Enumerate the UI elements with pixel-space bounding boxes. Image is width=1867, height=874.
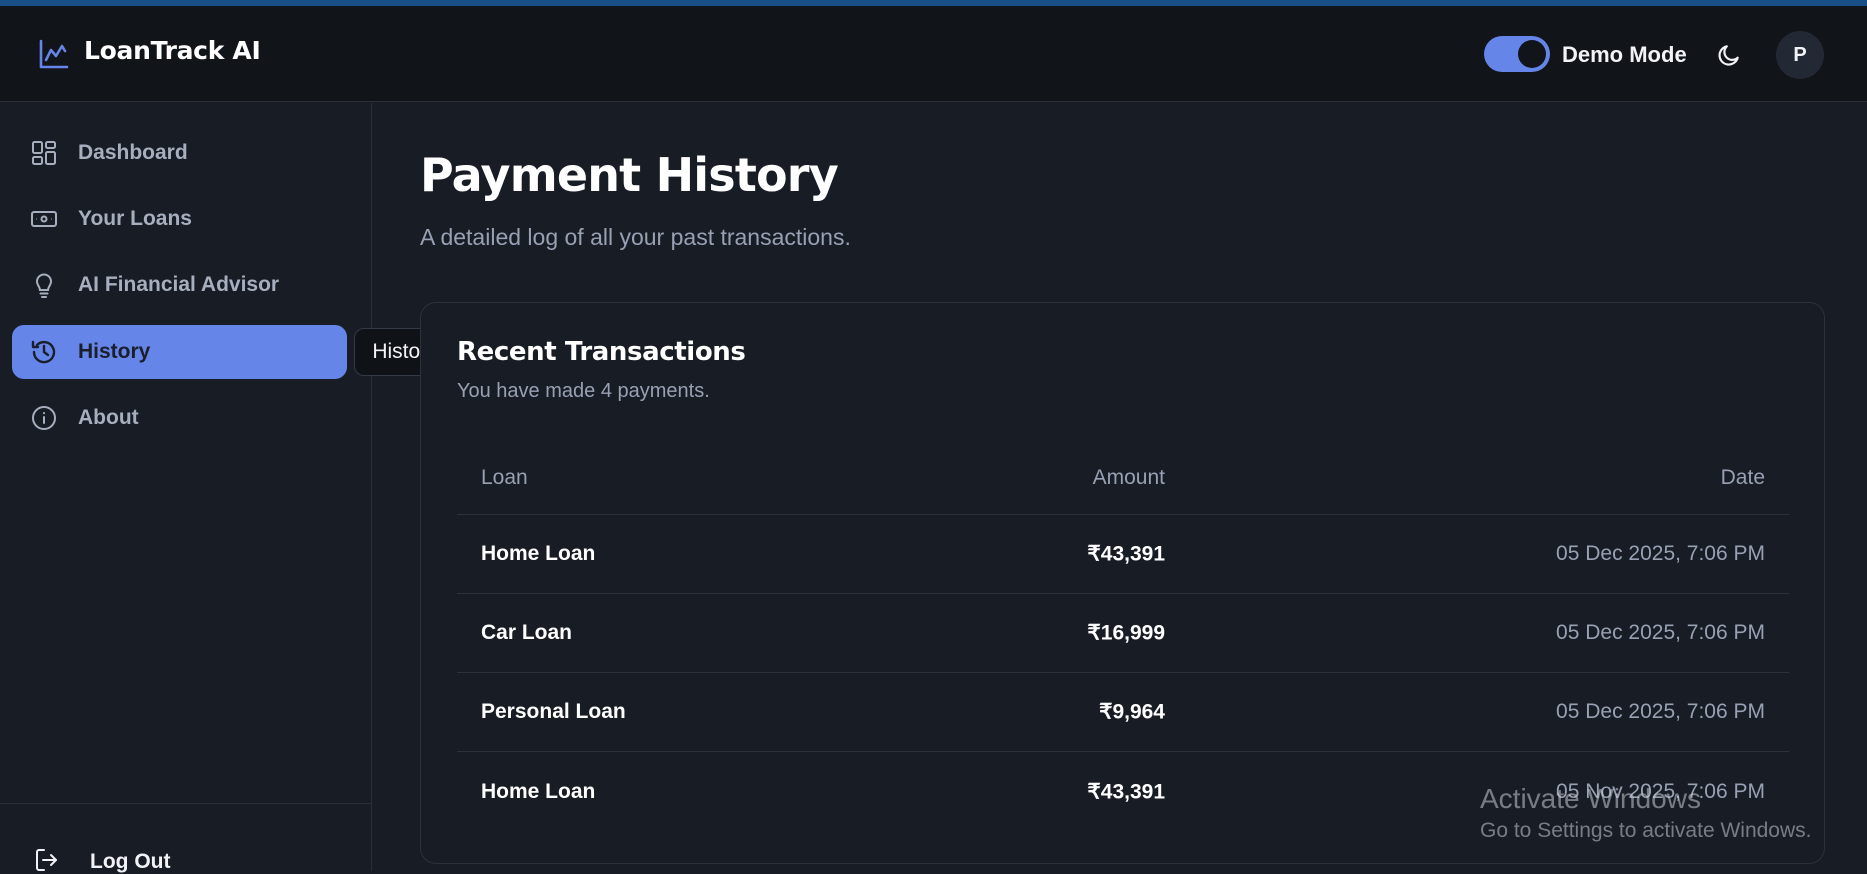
demo-mode-toggle[interactable] (1484, 36, 1550, 72)
sidebar-item-dashboard[interactable]: Dashboard (12, 126, 347, 180)
log-out-icon[interactable] (34, 847, 60, 873)
loan-name: Home Loan (481, 779, 596, 803)
card-title: Recent Transactions (457, 337, 746, 367)
table-row[interactable]: Car Loan ₹16,999 05 Dec 2025, 7:06 PM (457, 594, 1789, 673)
payment-amount: ₹16,999 (1087, 621, 1165, 645)
sidebar-item-ai-financial-advisor[interactable]: AI Financial Advisor (12, 258, 347, 312)
card-subtitle: You have made 4 payments. (457, 380, 710, 402)
line-chart-icon (39, 39, 69, 69)
column-header-amount[interactable]: Amount (1093, 466, 1165, 490)
sidebar-item-your-loans[interactable]: Your Loans (12, 192, 347, 246)
sidebar-item-label: Dashboard (78, 141, 188, 164)
table-row[interactable]: Home Loan ₹43,391 05 Dec 2025, 7:06 PM (457, 515, 1789, 594)
dashboard-grid-icon (32, 141, 56, 165)
sidebar-item-about[interactable]: About (12, 391, 347, 445)
loan-name: Personal Loan (481, 700, 626, 723)
watermark-title: Activate Windows (1480, 783, 1701, 814)
payment-date: 05 Dec 2025, 7:06 PM (1556, 700, 1765, 723)
loan-name: Home Loan (481, 542, 596, 565)
sidebar-item-label: About (78, 406, 139, 429)
loan-name: Car Loan (481, 621, 573, 644)
payment-amount: ₹43,391 (1087, 542, 1165, 566)
info-icon (32, 406, 56, 430)
log-out-button[interactable]: Log Out (90, 850, 170, 874)
column-header-loan[interactable]: Loan (481, 466, 528, 490)
sidebar-item-label: AI Financial Advisor (78, 273, 280, 296)
sidebar-item-label: Your Loans (78, 207, 192, 230)
sidebar-item-history[interactable]: History (12, 325, 347, 379)
user-avatar[interactable]: P (1776, 31, 1824, 79)
table-row[interactable]: Personal Loan ₹9,964 05 Dec 2025, 7:06 P… (457, 673, 1789, 752)
watermark-subtitle: Go to Settings to activate Windows. (1480, 819, 1812, 842)
column-header-date[interactable]: Date (1721, 466, 1765, 490)
lightbulb-icon (35, 273, 53, 298)
payment-amount: ₹43,391 (1087, 780, 1165, 803)
app-header: LoanTrack AI Demo Mode P (0, 6, 1867, 102)
toggle-knob (1518, 40, 1546, 68)
app-title[interactable]: LoanTrack AI (84, 36, 261, 65)
table-header-row: Loan Amount Date (457, 441, 1789, 515)
demo-mode-label: Demo Mode (1562, 42, 1687, 67)
moon-icon[interactable] (1716, 42, 1742, 68)
sidebar-divider (0, 803, 371, 804)
windows-activation-watermark: Activate Windows Go to Settings to activ… (1480, 782, 1812, 846)
payment-date: 05 Dec 2025, 7:06 PM (1556, 621, 1765, 644)
page-title: Payment History (420, 148, 839, 202)
recent-transactions-card: Recent Transactions You have made 4 paym… (420, 302, 1825, 864)
history-icon (31, 340, 56, 364)
transactions-table: Loan Amount Date Home Loan ₹43,391 05 De… (457, 441, 1789, 831)
page-subtitle: A detailed log of all your past transact… (420, 224, 851, 250)
sidebar-item-label: History (78, 340, 151, 363)
payment-date: 05 Dec 2025, 7:06 PM (1556, 542, 1765, 565)
banknote-icon (31, 211, 57, 227)
sidebar-content: Dashboard Your Loans AI Financial Adviso… (0, 103, 372, 871)
payment-amount: ₹9,964 (1099, 700, 1165, 724)
